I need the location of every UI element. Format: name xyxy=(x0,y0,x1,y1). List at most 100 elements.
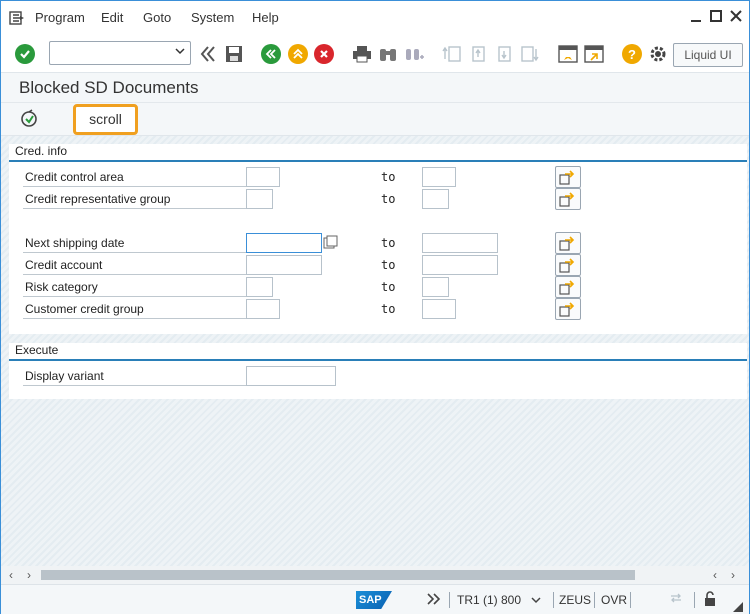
multiple-selection-button[interactable] xyxy=(555,276,581,298)
credit-rep-group-from-input[interactable] xyxy=(246,189,273,209)
customer-credit-group-label: Customer credit group xyxy=(23,299,255,319)
status-separator xyxy=(630,592,631,608)
maximize-icon[interactable] xyxy=(709,9,723,25)
status-separator xyxy=(694,592,695,608)
settings-button[interactable] xyxy=(647,43,669,65)
credit-rep-group-to-input[interactable] xyxy=(422,189,449,209)
new-window-icon xyxy=(558,45,578,63)
printer-icon xyxy=(353,46,371,63)
credit-control-area-label: Credit control area xyxy=(23,167,255,187)
menu-program[interactable]: Program xyxy=(35,10,85,25)
credit-account-to-input[interactable] xyxy=(422,255,498,275)
page-title: Blocked SD Documents xyxy=(19,78,199,97)
close-icon[interactable] xyxy=(729,9,743,25)
menu-icon[interactable] xyxy=(9,10,25,26)
next-page-icon xyxy=(498,46,511,62)
first-page-button[interactable] xyxy=(441,43,463,65)
customer-credit-group-to-input[interactable] xyxy=(422,299,456,319)
cred-info-group: Cred. info Credit control area to Credit… xyxy=(9,144,747,334)
scroll-left-icon[interactable]: ‹ xyxy=(713,568,717,582)
title-bar: Blocked SD Documents xyxy=(1,73,749,103)
previous-page-button[interactable] xyxy=(467,43,489,65)
display-variant-label: Display variant xyxy=(23,366,255,386)
to-label: to xyxy=(381,258,396,272)
cancel-icon xyxy=(314,44,334,64)
find-button[interactable] xyxy=(377,43,399,65)
binoculars-icon xyxy=(380,49,396,61)
system-toolbar: ? Liquid UI xyxy=(1,35,749,73)
last-page-button[interactable] xyxy=(519,43,541,65)
cancel-button[interactable] xyxy=(313,43,335,65)
multiple-selection-button[interactable] xyxy=(555,298,581,320)
save-button[interactable] xyxy=(223,43,245,65)
double-chevron-right-icon[interactable] xyxy=(427,593,441,608)
last-page-icon xyxy=(521,46,539,62)
first-page-icon xyxy=(442,46,461,62)
server-name: ZEUS xyxy=(559,593,592,607)
risk-category-from-input[interactable] xyxy=(246,277,273,297)
to-label: to xyxy=(381,170,396,184)
horizontal-scrollbar[interactable]: ‹ › ‹ › xyxy=(1,566,749,584)
command-field[interactable] xyxy=(49,41,191,65)
scrollbar-thumb[interactable] xyxy=(41,570,635,580)
binoculars-plus-icon xyxy=(406,49,424,60)
status-separator xyxy=(594,592,595,608)
find-next-button[interactable] xyxy=(403,43,425,65)
enter-button[interactable] xyxy=(14,43,36,65)
execute-icon[interactable] xyxy=(19,109,39,129)
multiple-selection-icon xyxy=(559,302,575,317)
multiple-selection-icon xyxy=(559,280,575,295)
print-button[interactable] xyxy=(351,43,373,65)
chevron-down-icon[interactable] xyxy=(531,593,541,607)
scroll-left-icon[interactable]: ‹ xyxy=(9,568,13,582)
connection-icon xyxy=(669,591,683,608)
menu-goto[interactable]: Goto xyxy=(143,10,171,25)
multiple-selection-button[interactable] xyxy=(555,188,581,210)
menu-bar: Program Edit Goto System Help xyxy=(1,1,749,35)
credit-control-area-to-input[interactable] xyxy=(422,167,456,187)
next-shipping-date-to-input[interactable] xyxy=(422,233,498,253)
menu-system[interactable]: System xyxy=(191,10,234,25)
menu-edit[interactable]: Edit xyxy=(101,10,123,25)
multiple-selection-button[interactable] xyxy=(555,254,581,276)
lock-icon[interactable] xyxy=(703,591,717,610)
liquid-ui-button[interactable]: Liquid UI xyxy=(673,43,743,67)
exit-button[interactable] xyxy=(287,43,309,65)
customer-credit-group-from-input[interactable] xyxy=(246,299,280,319)
shortcut-button[interactable] xyxy=(583,43,605,65)
application-toolbar: scroll xyxy=(1,103,749,136)
collapse-toolbar-button[interactable] xyxy=(197,43,219,65)
multiple-selection-button[interactable] xyxy=(555,232,581,254)
create-session-button[interactable] xyxy=(557,43,579,65)
calendar-icon[interactable] xyxy=(323,235,339,251)
next-page-button[interactable] xyxy=(493,43,515,65)
status-separator xyxy=(553,592,554,608)
multiple-selection-icon xyxy=(559,170,575,185)
to-label: to xyxy=(381,302,396,316)
help-button[interactable]: ? xyxy=(621,43,643,65)
scroll-right-icon[interactable]: › xyxy=(27,568,31,582)
back-button[interactable] xyxy=(260,43,282,65)
risk-category-label: Risk category xyxy=(23,277,255,297)
scroll-button[interactable]: scroll xyxy=(73,104,138,135)
command-input[interactable] xyxy=(50,42,168,64)
save-icon xyxy=(226,46,242,62)
minimize-icon[interactable] xyxy=(689,9,703,25)
chevron-down-icon[interactable] xyxy=(175,46,185,58)
insert-mode[interactable]: OVR xyxy=(601,593,627,607)
credit-account-from-input[interactable] xyxy=(246,255,322,275)
status-separator xyxy=(449,592,450,608)
multiple-selection-button[interactable] xyxy=(555,166,581,188)
next-shipping-date-from-input[interactable] xyxy=(246,233,322,253)
group-title: Cred. info xyxy=(15,144,68,158)
checkmark-icon xyxy=(15,44,35,64)
sap-window: Program Edit Goto System Help ? Liquid U… xyxy=(0,0,750,614)
resize-grip-icon[interactable] xyxy=(732,601,744,614)
risk-category-to-input[interactable] xyxy=(422,277,449,297)
credit-control-area-from-input[interactable] xyxy=(246,167,280,187)
multiple-selection-icon xyxy=(559,258,575,273)
menu-help[interactable]: Help xyxy=(252,10,279,25)
display-variant-input[interactable] xyxy=(246,366,336,386)
credit-rep-group-label: Credit representative group xyxy=(23,189,255,209)
scroll-right-icon[interactable]: › xyxy=(731,568,735,582)
